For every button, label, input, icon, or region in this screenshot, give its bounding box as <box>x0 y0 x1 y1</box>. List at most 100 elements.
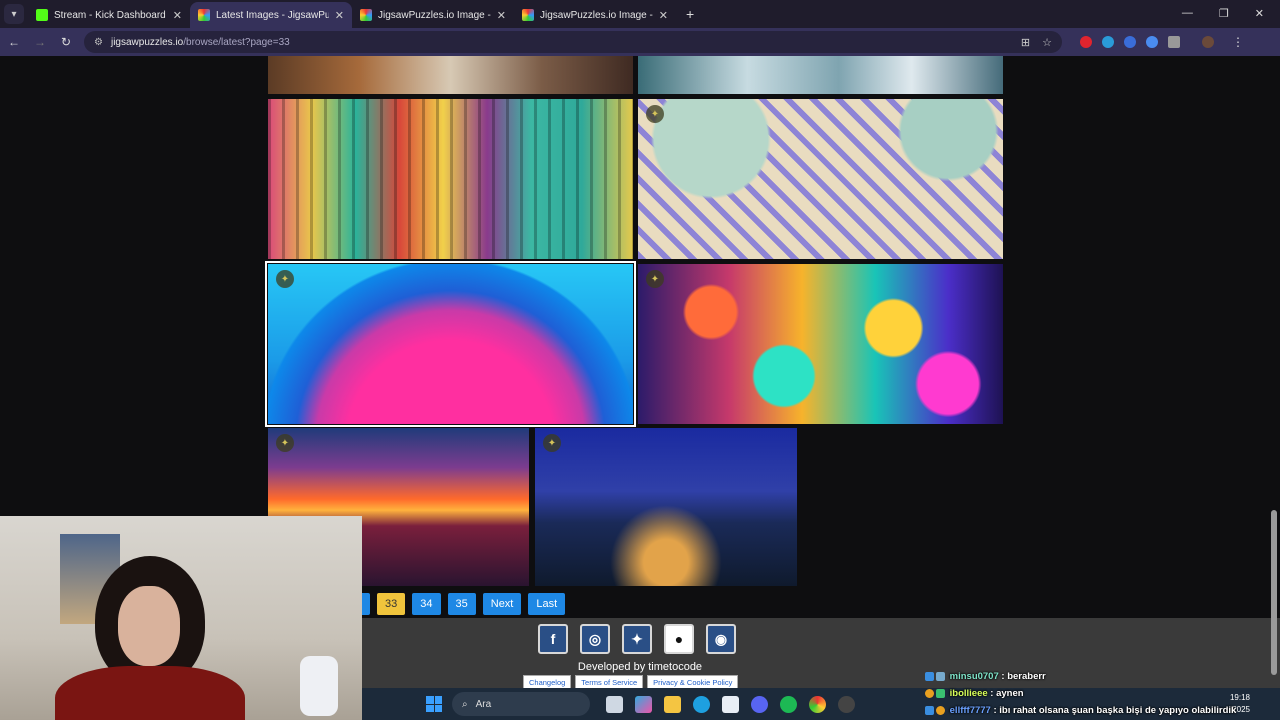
puzzle-thumbnail-colorful-bokeh[interactable]: ✦ <box>638 264 1003 424</box>
page-button-previous[interactable] <box>362 593 370 615</box>
url-path: /browse/latest?page=33 <box>183 36 290 48</box>
page-button[interactable]: 34 <box>412 593 441 615</box>
pin-icon: ✦ <box>646 270 664 288</box>
chat-badge-icon <box>936 688 945 698</box>
discord-app-icon[interactable] <box>751 695 768 713</box>
chat-badge-icon <box>936 671 945 681</box>
taskbar-search[interactable]: ⌕ Ara <box>452 692 590 716</box>
stream-chat-overlay: minsu0707 : beraberr ibollieee : aynen e… <box>925 668 1265 719</box>
last-page-button[interactable]: Last <box>528 593 566 615</box>
facebook-icon[interactable]: f <box>538 624 568 654</box>
jigsaw-favicon-icon <box>198 9 210 21</box>
discord-icon[interactable]: ◉ <box>706 624 736 654</box>
chat-text: : ibı rahat olsana şuan başka bişi de ya… <box>993 705 1237 716</box>
puzzle-thumbnail-floral[interactable] <box>638 56 1003 94</box>
store-icon[interactable] <box>722 695 739 713</box>
streamer-body <box>55 666 245 720</box>
tab-title: JigsawPuzzles.io Image - - 3453 <box>540 9 653 21</box>
profile-avatar[interactable] <box>1202 36 1214 48</box>
chat-username: minsu0707 <box>949 671 999 682</box>
instagram-icon[interactable]: ◎ <box>580 624 610 654</box>
page-button[interactable]: 35 <box>447 593 476 615</box>
pin-icon: ✦ <box>276 434 294 452</box>
tab-title: Latest Images - JigsawPuzzles.io <box>216 9 329 21</box>
social-links: f ◎ ✦ ● ◉ <box>538 624 736 654</box>
bookmark-star-icon[interactable]: ☆ <box>1042 36 1052 49</box>
tab-latest-images[interactable]: Latest Images - JigsawPuzzles.io ✕ <box>190 2 352 28</box>
extension-red-icon[interactable] <box>1080 36 1092 48</box>
file-explorer-icon[interactable] <box>664 695 681 713</box>
search-icon: ⌕ <box>462 698 468 710</box>
scrollbar-thumb[interactable] <box>1271 510 1277 675</box>
chat-username: ellfff7777 <box>949 705 991 716</box>
url-host: jigsawpuzzles.io <box>110 36 184 48</box>
chat-badge-icon <box>925 705 934 715</box>
new-tab-icon[interactable]: + <box>686 6 694 22</box>
spotify-icon[interactable] <box>780 695 797 713</box>
extension-blue-icon[interactable] <box>1146 36 1158 48</box>
back-arrow-icon[interactable]: ← <box>2 35 26 49</box>
close-icon[interactable]: ✕ <box>335 9 344 22</box>
twitter-icon[interactable]: ✦ <box>622 624 652 654</box>
windows-start-icon[interactable] <box>426 696 442 712</box>
extensions-area: ⋮ <box>1080 35 1244 49</box>
address-toolbar: ← → ↻ ⚙ jigsawpuzzles.io /browse/latest?… <box>0 28 1280 56</box>
taskbar-apps <box>606 695 855 713</box>
chat-text: : aynen <box>990 688 1024 699</box>
obs-icon[interactable] <box>838 695 855 713</box>
copilot-icon[interactable] <box>635 695 652 713</box>
puzzle-thumbnail-rocks[interactable] <box>268 56 633 94</box>
pin-icon: ✦ <box>646 105 664 123</box>
puzzle-thumbnail-beads[interactable] <box>268 99 633 259</box>
puzzle-thumbnail-city-night[interactable]: ✦ <box>535 428 797 586</box>
tab-kick-dashboard[interactable]: Stream - Kick Dashboard ✕ <box>28 2 190 28</box>
chat-message: minsu0707 : beraberr <box>925 668 1265 685</box>
menu-kebab-icon[interactable]: ⋮ <box>1232 35 1244 49</box>
page-scrollbar[interactable] <box>1271 60 1277 680</box>
reddit-icon[interactable]: ● <box>664 624 694 654</box>
kick-favicon-icon <box>36 9 48 21</box>
chat-text: : beraberr <box>1001 671 1046 682</box>
forward-arrow-icon[interactable]: → <box>28 35 52 49</box>
restore-icon[interactable]: ❐ <box>1219 7 1229 20</box>
pin-icon: ✦ <box>543 434 561 452</box>
tab-title: JigsawPuzzles.io Image - - 3087 <box>378 9 491 21</box>
chat-badge-icon <box>936 705 945 715</box>
tab-image-3087[interactable]: JigsawPuzzles.io Image - - 3087 ✕ <box>352 2 514 28</box>
extension-audio-icon[interactable] <box>1124 36 1136 48</box>
minimize-icon[interactable]: — <box>1182 7 1193 20</box>
chat-message: ellfff7777 : ibı rahat olsana şuan başka… <box>925 702 1265 719</box>
streamer-face <box>118 586 180 666</box>
puzzle-thumbnail-wallpaper[interactable]: ✦ <box>638 99 1003 259</box>
reload-icon[interactable]: ↻ <box>54 35 78 49</box>
jigsaw-favicon-icon <box>360 9 372 21</box>
tab-search-button[interactable]: ▾ <box>4 4 24 24</box>
webcam-overlay <box>0 516 362 720</box>
task-view-icon[interactable] <box>606 695 623 713</box>
search-placeholder: Ara <box>475 698 492 710</box>
close-icon[interactable]: ✕ <box>497 9 506 22</box>
close-icon[interactable]: ✕ <box>173 9 182 22</box>
chat-badge-icon <box>925 688 934 698</box>
translate-icon[interactable]: ⊞ <box>1021 36 1030 49</box>
chat-username: ibollieee <box>949 688 988 699</box>
close-icon[interactable]: ✕ <box>659 9 668 22</box>
chrome-icon[interactable] <box>809 695 826 713</box>
url-bar[interactable]: ⚙ jigsawpuzzles.io /browse/latest?page=3… <box>84 31 1062 53</box>
extension-translate-icon[interactable] <box>1102 36 1114 48</box>
microphone <box>300 656 338 716</box>
pagination: 33 34 35 Next Last <box>362 593 566 615</box>
jigsaw-favicon-icon <box>522 9 534 21</box>
chat-badge-icon <box>925 671 934 681</box>
edge-icon[interactable] <box>693 695 710 713</box>
chat-message: ibollieee : aynen <box>925 685 1265 702</box>
extensions-puzzle-icon[interactable] <box>1168 36 1180 48</box>
pin-icon: ✦ <box>276 270 294 288</box>
next-page-button[interactable]: Next <box>482 593 522 615</box>
site-info-icon[interactable]: ⚙ <box>94 37 103 48</box>
tab-title: Stream - Kick Dashboard <box>54 9 166 21</box>
puzzle-thumbnail-agate[interactable]: ✦ <box>265 261 636 427</box>
page-button-current[interactable]: 33 <box>377 593 406 615</box>
tab-image-3453[interactable]: JigsawPuzzles.io Image - - 3453 ✕ <box>514 2 676 28</box>
close-window-icon[interactable]: ✕ <box>1255 7 1264 20</box>
